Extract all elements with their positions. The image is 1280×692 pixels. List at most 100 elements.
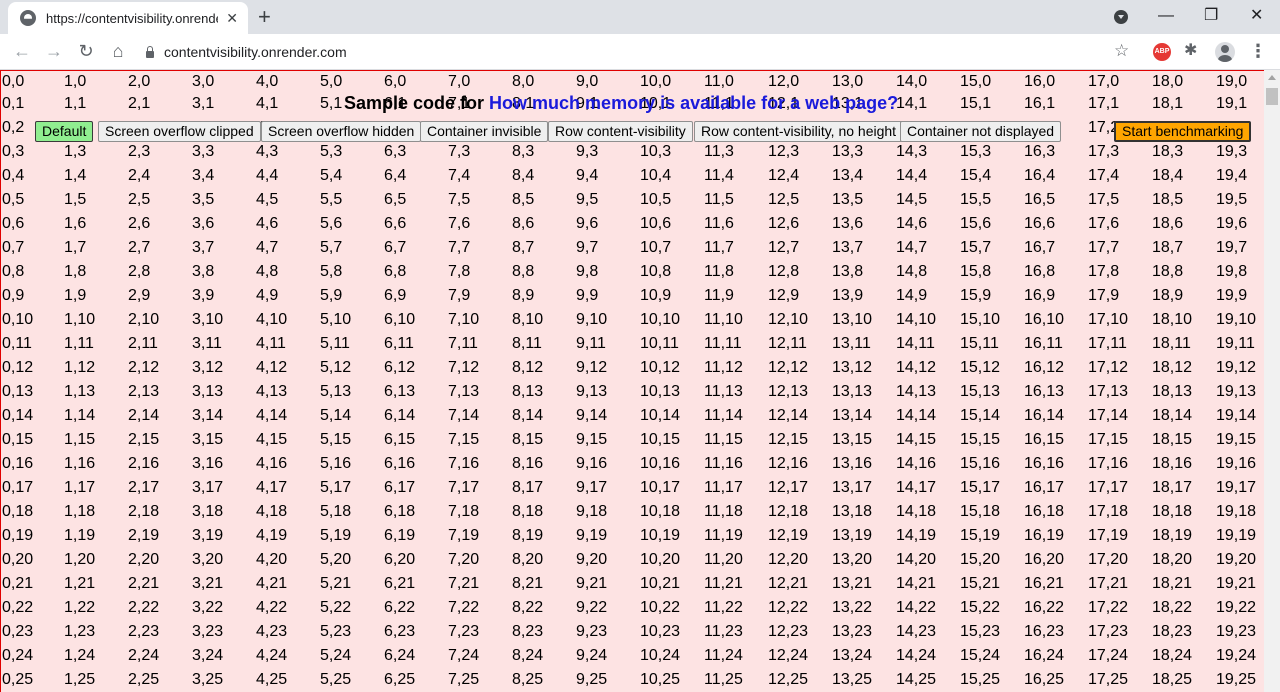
grid-cell: 6,17 — [383, 477, 448, 502]
forward-arrow-icon[interactable]: → — [44, 40, 64, 62]
grid-cell: 15,1 — [959, 93, 1024, 118]
heading-link[interactable]: How much memory is available for a web p… — [489, 93, 898, 113]
grid-cell: 17,7 — [1087, 237, 1152, 262]
grid-cell: 13,12 — [831, 357, 896, 382]
grid-cell: 19,23 — [1215, 621, 1264, 646]
grid-cell: 4,10 — [255, 309, 320, 334]
profile-avatar-icon[interactable] — [1215, 42, 1235, 62]
grid-cell: 12,21 — [767, 573, 832, 598]
grid-cell: 15,8 — [959, 261, 1024, 286]
scrollbar-thumb[interactable] — [1266, 88, 1278, 105]
grid-cell: 11,16 — [703, 453, 768, 478]
grid-cell: 11,21 — [703, 573, 768, 598]
grid-cell: 3,16 — [191, 453, 256, 478]
grid-cell: 1,3 — [63, 141, 128, 166]
grid-cell: 14,8 — [895, 261, 960, 286]
grid-cell: 2,12 — [127, 357, 192, 382]
grid-cell: 1,13 — [63, 381, 128, 406]
grid-cell: 5,25 — [319, 669, 384, 692]
grid-cell: 0,24 — [0, 645, 64, 670]
tab-search-icon[interactable] — [1114, 10, 1128, 24]
grid-cell: 3,9 — [191, 285, 256, 310]
star-icon[interactable]: ☆ — [1114, 40, 1129, 62]
grid-cell: 17,24 — [1087, 645, 1152, 670]
vertical-scrollbar[interactable] — [1264, 70, 1280, 692]
grid-cell: 1,24 — [63, 645, 128, 670]
grid-cell: 9,11 — [575, 333, 640, 358]
grid-cell: 17,12 — [1087, 357, 1152, 382]
mode-button-row-content-visibility[interactable]: Row content-visibility — [548, 121, 693, 142]
grid-cell: 6,3 — [383, 141, 448, 166]
grid-cell: 4,25 — [255, 669, 320, 692]
reload-icon[interactable]: ↻ — [76, 40, 96, 62]
minimize-icon[interactable]: — — [1158, 4, 1174, 28]
grid-cell: 12,25 — [767, 669, 832, 692]
grid-cell: 18,20 — [1151, 549, 1216, 574]
grid-cell: 19,1 — [1215, 93, 1264, 118]
grid-cell: 2,22 — [127, 597, 192, 622]
grid-cell: 0,25 — [0, 669, 64, 692]
grid-cell: 11,5 — [703, 189, 768, 214]
home-icon[interactable]: ⌂ — [108, 40, 128, 62]
grid-cell: 4,12 — [255, 357, 320, 382]
restore-icon[interactable]: ❐ — [1204, 4, 1218, 28]
grid-cell: 4,20 — [255, 549, 320, 574]
grid-cell: 12,10 — [767, 309, 832, 334]
grid-cell: 15,13 — [959, 381, 1024, 406]
window-close-icon[interactable]: ✕ — [1250, 4, 1263, 28]
mode-button-default[interactable]: Default — [35, 121, 94, 142]
adblock-plus-icon[interactable]: ABP — [1153, 43, 1171, 61]
start-benchmarking-button[interactable]: Start benchmarking — [1114, 121, 1252, 142]
grid-cell: 12,9 — [767, 285, 832, 310]
grid-cell: 6,25 — [383, 669, 448, 692]
grid-cell: 4,14 — [255, 405, 320, 430]
mode-button-row-content-visibility-no-height[interactable]: Row content-visibility, no height — [694, 121, 904, 142]
grid-cell: 10,20 — [639, 549, 704, 574]
back-arrow-icon[interactable]: ← — [12, 40, 32, 62]
grid-cell: 13,14 — [831, 405, 896, 430]
grid-cell: 15,19 — [959, 525, 1024, 550]
grid-cell: 1,21 — [63, 573, 128, 598]
mode-button-container-not-displayed[interactable]: Container not displayed — [900, 121, 1062, 142]
grid-cell: 19,16 — [1215, 453, 1264, 478]
grid-cell: 12,8 — [767, 261, 832, 286]
menu-kebab-icon[interactable]: ⋮ — [1249, 40, 1267, 62]
grid-cell: 14,12 — [895, 357, 960, 382]
plus-icon[interactable]: + — [258, 4, 271, 30]
grid-cell: 5,15 — [319, 429, 384, 454]
grid-cell: 10,12 — [639, 357, 704, 382]
grid-cell: 11,9 — [703, 285, 768, 310]
browser-tab[interactable]: https://contentvisibility.onrender ✕ — [8, 2, 248, 34]
grid-cell: 6,6 — [383, 213, 448, 238]
grid-cell: 4,21 — [255, 573, 320, 598]
grid-cell: 10,11 — [639, 333, 704, 358]
mode-button-screen-overflow-hidden[interactable]: Screen overflow hidden — [261, 121, 422, 142]
mode-button-screen-overflow-clipped[interactable]: Screen overflow clipped — [98, 121, 261, 142]
close-icon[interactable]: ✕ — [224, 10, 240, 27]
grid-cell: 3,7 — [191, 237, 256, 262]
grid-cell: 15,22 — [959, 597, 1024, 622]
grid-cell: 16,19 — [1023, 525, 1088, 550]
grid-cell: 17,22 — [1087, 597, 1152, 622]
grid-cell: 2,15 — [127, 429, 192, 454]
grid-cell: 2,6 — [127, 213, 192, 238]
address-bar[interactable]: contentvisibility.onrender.com — [140, 38, 1106, 66]
grid-cell: 16,23 — [1023, 621, 1088, 646]
grid-cell: 14,4 — [895, 165, 960, 190]
scroll-up-arrow-icon[interactable] — [1268, 75, 1276, 80]
grid-cell: 19,13 — [1215, 381, 1264, 406]
extensions-puzzle-icon[interactable]: ✱ — [1184, 40, 1197, 62]
mode-button-container-invisible[interactable]: Container invisible — [420, 121, 549, 142]
grid-cell: 12,22 — [767, 597, 832, 622]
grid-cell: 3,23 — [191, 621, 256, 646]
grid-cell: 5,18 — [319, 501, 384, 526]
grid-cell: 17,9 — [1087, 285, 1152, 310]
grid-cell: 9,9 — [575, 285, 640, 310]
grid-cell: 19,4 — [1215, 165, 1264, 190]
grid-cell: 13,17 — [831, 477, 896, 502]
grid-cell: 9,13 — [575, 381, 640, 406]
grid-cell: 6,12 — [383, 357, 448, 382]
grid-cell: 4,16 — [255, 453, 320, 478]
lock-icon[interactable] — [146, 45, 154, 58]
grid-cell: 8,25 — [511, 669, 576, 692]
